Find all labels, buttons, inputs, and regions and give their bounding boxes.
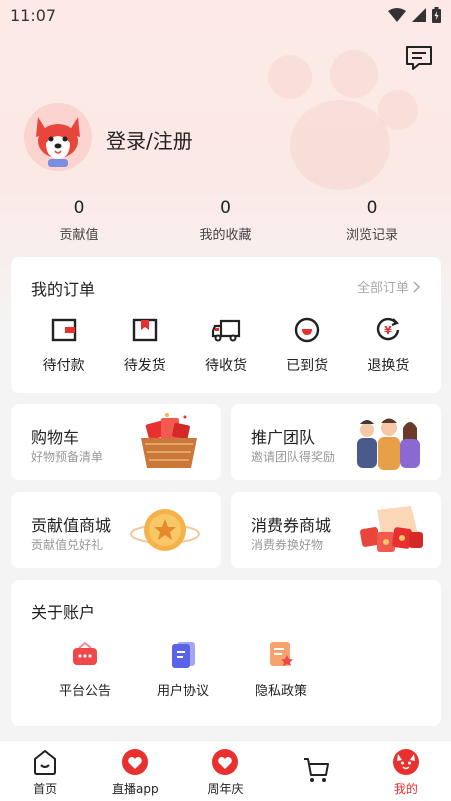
promo-title: 贡献值商城 <box>31 516 112 535</box>
cart-card[interactable]: 购物车 好物预备清单 <box>11 404 221 480</box>
anniversary-heart-icon <box>212 749 239 775</box>
avatar[interactable] <box>24 103 92 171</box>
smile-bag-icon <box>294 317 320 343</box>
promo-subtitle: 贡献值兑好礼 <box>31 538 104 552</box>
tab-live[interactable]: 直播app <box>92 747 178 796</box>
contribution-mall-card[interactable]: 贡献值商城 贡献值兑好礼 <box>11 492 221 568</box>
stat-label: 浏览记录 <box>345 228 398 243</box>
promo-title: 消费券商城 <box>251 516 332 535</box>
all-orders-label: 全部订单 <box>356 281 409 296</box>
stats-row: 0 贡献值 0 我的收藏 0 浏览记录 <box>24 197 427 243</box>
shopping-basket-icon <box>141 413 197 468</box>
privacy-policy-icon <box>270 642 293 666</box>
status-bar: 11:07 <box>0 0 451 30</box>
account-item-label: 平台公告 <box>58 684 111 699</box>
truck-icon <box>211 319 241 342</box>
order-pending-shipment[interactable]: 待发货 <box>110 315 180 375</box>
privacy-policy[interactable]: 隐私政策 <box>245 640 317 699</box>
account-title: 关于账户 <box>31 603 96 622</box>
promo-title: 推广团队 <box>251 428 316 447</box>
orders-title: 我的订单 <box>31 280 96 299</box>
stat-label: 贡献值 <box>59 228 99 243</box>
agreement-icon <box>172 642 195 668</box>
tab-label: 首页 <box>33 782 58 796</box>
orders-card: 我的订单 全部订单 待付款 待发货 待收货 已到货 ¥ 退换货 <box>11 257 441 393</box>
profile-icon <box>392 749 419 775</box>
voucher-mall-card[interactable]: 消费券商城 消费券换好物 <box>231 492 441 568</box>
stat-value: 0 <box>220 198 231 218</box>
order-item-label: 退换货 <box>367 358 410 374</box>
announcement-icon <box>73 641 97 665</box>
tab-cart[interactable] <box>273 747 359 801</box>
stat-history[interactable]: 0 浏览记录 <box>317 197 427 243</box>
account-item-label: 用户协议 <box>156 684 209 699</box>
home-icon <box>34 749 57 775</box>
red-envelope-icon <box>360 506 423 552</box>
tab-label: 直播app <box>111 782 159 796</box>
tab-profile[interactable]: 我的 <box>363 747 449 796</box>
tab-anniversary[interactable]: 周年庆 <box>182 747 268 796</box>
stat-favorites[interactable]: 0 我的收藏 <box>171 197 281 243</box>
order-returns[interactable]: ¥ 退换货 <box>353 315 423 375</box>
live-heart-icon <box>122 749 149 775</box>
order-pending-payment[interactable]: 待付款 <box>29 315 99 375</box>
package-icon <box>132 318 157 342</box>
team-people-icon <box>357 418 420 470</box>
stat-contribution[interactable]: 0 贡献值 <box>24 197 134 243</box>
login-register-link[interactable]: 登录/注册 <box>106 125 193 154</box>
battery-icon <box>432 7 441 23</box>
user-agreement[interactable]: 用户协议 <box>147 640 219 699</box>
account-card: 关于账户 平台公告 用户协议 隐私政策 <box>11 580 441 726</box>
status-time: 11:07 <box>10 5 57 25</box>
tab-label: 周年庆 <box>207 782 244 796</box>
promo-title: 购物车 <box>31 428 80 447</box>
star-coin-icon <box>130 509 200 551</box>
order-item-label: 待付款 <box>42 358 85 374</box>
bottom-tab-bar: 首页 直播app 周年庆 我的 <box>0 740 451 801</box>
stat-label: 我的收藏 <box>199 228 252 243</box>
tab-home[interactable]: 首页 <box>2 747 88 796</box>
stat-value: 0 <box>73 198 85 218</box>
dog-avatar-icon <box>24 103 92 171</box>
cart-icon <box>303 758 329 782</box>
chevron-right-icon <box>413 280 421 293</box>
tab-label: 我的 <box>393 782 418 796</box>
stat-value: 0 <box>366 198 378 218</box>
order-item-label: 待发货 <box>123 358 166 374</box>
order-arrived[interactable]: 已到货 <box>272 315 342 375</box>
order-item-label: 待收货 <box>204 358 247 374</box>
promotion-team-card[interactable]: 推广团队 邀请团队得奖励 <box>231 404 441 480</box>
promo-subtitle: 邀请团队得奖励 <box>251 450 336 464</box>
promo-subtitle: 消费券换好物 <box>251 538 324 552</box>
order-item-label: 已到货 <box>286 358 329 374</box>
wallet-icon <box>51 318 76 342</box>
signal-icon <box>412 8 426 22</box>
account-item-label: 隐私政策 <box>254 684 307 699</box>
svg-text:¥: ¥ <box>385 324 393 337</box>
promo-subtitle: 好物预备清单 <box>31 450 104 464</box>
order-pending-receipt[interactable]: 待收货 <box>191 315 261 375</box>
wifi-icon <box>388 8 406 22</box>
refund-icon: ¥ <box>377 317 400 341</box>
platform-announcement[interactable]: 平台公告 <box>49 640 121 699</box>
all-orders-link[interactable]: 全部订单 <box>357 277 421 296</box>
message-icon[interactable] <box>404 44 434 72</box>
